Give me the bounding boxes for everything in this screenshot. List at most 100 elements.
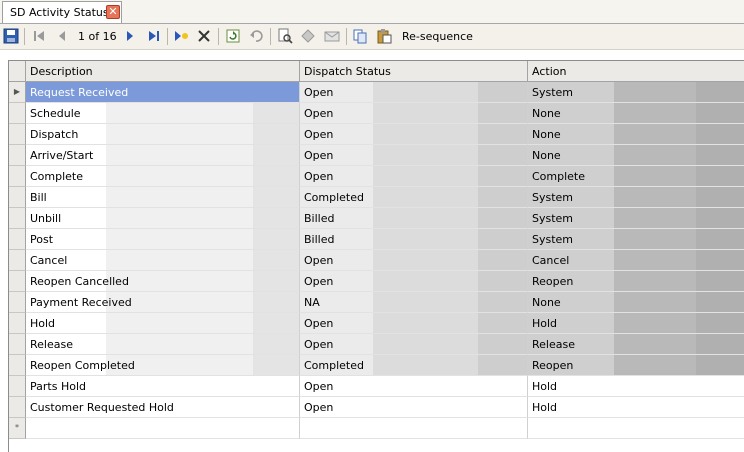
cell-action[interactable]: None bbox=[528, 292, 744, 313]
cell-dispatch-status[interactable]: Open bbox=[300, 250, 528, 271]
cell-description[interactable]: Customer Requested Hold bbox=[26, 397, 300, 418]
cell-dispatch-status[interactable]: Open bbox=[300, 376, 528, 397]
table-row[interactable]: Dispatch Open None bbox=[9, 124, 744, 145]
cell-action[interactable]: None bbox=[528, 145, 744, 166]
row-selector[interactable] bbox=[9, 250, 26, 271]
first-record-icon[interactable] bbox=[31, 28, 47, 44]
cell-action[interactable]: System bbox=[528, 208, 744, 229]
cell-action[interactable]: Reopen bbox=[528, 271, 744, 292]
next-record-icon[interactable] bbox=[122, 28, 138, 44]
resequence-button[interactable]: Re-sequence bbox=[402, 30, 473, 43]
tab-sd-activity-status[interactable]: SD Activity Status ✕ bbox=[2, 1, 122, 23]
cell-dispatch-status[interactable] bbox=[300, 418, 528, 439]
save-icon[interactable] bbox=[3, 28, 19, 44]
cell-description[interactable]: Parts Hold bbox=[26, 376, 300, 397]
table-row[interactable]: Release Open Release bbox=[9, 334, 744, 355]
table-row[interactable]: Payment Received NA None bbox=[9, 292, 744, 313]
copy-icon[interactable] bbox=[352, 28, 368, 44]
column-header-dispatch-status[interactable]: Dispatch Status bbox=[300, 61, 528, 82]
cell-dispatch-status[interactable]: Open bbox=[300, 334, 528, 355]
table-row[interactable]: Bill Completed System bbox=[9, 187, 744, 208]
row-selector[interactable] bbox=[9, 229, 26, 250]
delete-icon[interactable] bbox=[196, 28, 212, 44]
cell-description[interactable]: Post bbox=[26, 229, 300, 250]
cell-dispatch-status[interactable]: Completed bbox=[300, 187, 528, 208]
attachment-icon[interactable] bbox=[300, 28, 316, 44]
cell-dispatch-status[interactable]: Open bbox=[300, 397, 528, 418]
row-selector[interactable] bbox=[9, 166, 26, 187]
cell-description[interactable]: Cancel bbox=[26, 250, 300, 271]
current-row-indicator-icon[interactable]: ▶ bbox=[9, 82, 26, 103]
cell-action[interactable]: None bbox=[528, 103, 744, 124]
cell-dispatch-status[interactable]: Billed bbox=[300, 229, 528, 250]
cell-description[interactable]: Payment Received bbox=[26, 292, 300, 313]
cell-dispatch-status[interactable]: Completed bbox=[300, 355, 528, 376]
cell-action[interactable]: Complete bbox=[528, 166, 744, 187]
cell-description[interactable]: Arrive/Start bbox=[26, 145, 300, 166]
email-icon[interactable] bbox=[324, 28, 340, 44]
row-selector[interactable] bbox=[9, 313, 26, 334]
row-selector[interactable] bbox=[9, 376, 26, 397]
cell-dispatch-status[interactable]: Billed bbox=[300, 208, 528, 229]
table-row[interactable]: Complete Open Complete bbox=[9, 166, 744, 187]
row-selector[interactable] bbox=[9, 292, 26, 313]
new-record-icon[interactable] bbox=[173, 28, 189, 44]
new-row[interactable]: * bbox=[9, 418, 744, 439]
row-selector[interactable]: * bbox=[9, 418, 26, 439]
cell-description[interactable]: Bill bbox=[26, 187, 300, 208]
paste-icon[interactable] bbox=[376, 28, 392, 44]
cell-description[interactable]: Reopen Completed bbox=[26, 355, 300, 376]
table-row[interactable]: Unbill Billed System bbox=[9, 208, 744, 229]
cell-dispatch-status[interactable]: NA bbox=[300, 292, 528, 313]
cell-description[interactable]: Unbill bbox=[26, 208, 300, 229]
cell-action[interactable]: Hold bbox=[528, 376, 744, 397]
cell-action[interactable]: Hold bbox=[528, 397, 744, 418]
table-row[interactable]: Customer Requested Hold Open Hold bbox=[9, 397, 744, 418]
table-row[interactable]: ▶ Request Received Open System bbox=[9, 82, 744, 103]
cell-dispatch-status[interactable]: Open bbox=[300, 103, 528, 124]
table-row[interactable]: Arrive/Start Open None bbox=[9, 145, 744, 166]
row-selector[interactable] bbox=[9, 208, 26, 229]
cell-action[interactable]: None bbox=[528, 124, 744, 145]
close-icon[interactable]: ✕ bbox=[106, 5, 120, 19]
table-row[interactable]: Schedule Open None bbox=[9, 103, 744, 124]
row-selector[interactable] bbox=[9, 103, 26, 124]
cell-dispatch-status[interactable]: Open bbox=[300, 145, 528, 166]
row-selector[interactable] bbox=[9, 187, 26, 208]
refresh-icon[interactable] bbox=[225, 28, 241, 44]
cell-description[interactable] bbox=[26, 418, 300, 439]
cell-description[interactable]: Hold bbox=[26, 313, 300, 334]
cell-description[interactable]: Request Received bbox=[26, 82, 300, 103]
cell-description[interactable]: Complete bbox=[26, 166, 300, 187]
cell-action[interactable]: Reopen bbox=[528, 355, 744, 376]
row-selector[interactable] bbox=[9, 271, 26, 292]
row-selector[interactable] bbox=[9, 124, 26, 145]
column-header-description[interactable]: Description bbox=[26, 61, 300, 82]
cell-description[interactable]: Schedule bbox=[26, 103, 300, 124]
row-selector[interactable] bbox=[9, 334, 26, 355]
row-selector[interactable] bbox=[9, 145, 26, 166]
cell-action[interactable]: System bbox=[528, 82, 744, 103]
cell-action[interactable]: Release bbox=[528, 334, 744, 355]
cell-dispatch-status[interactable]: Open bbox=[300, 124, 528, 145]
table-row[interactable]: Reopen Completed Completed Reopen bbox=[9, 355, 744, 376]
cell-action[interactable] bbox=[528, 418, 744, 439]
row-selector[interactable] bbox=[9, 397, 26, 418]
cell-action[interactable]: Cancel bbox=[528, 250, 744, 271]
table-row[interactable]: Reopen Cancelled Open Reopen bbox=[9, 271, 744, 292]
cell-action[interactable]: Hold bbox=[528, 313, 744, 334]
print-preview-icon[interactable] bbox=[277, 28, 293, 44]
cell-dispatch-status[interactable]: Open bbox=[300, 82, 528, 103]
cell-description[interactable]: Release bbox=[26, 334, 300, 355]
cell-dispatch-status[interactable]: Open bbox=[300, 313, 528, 334]
row-selector[interactable] bbox=[9, 355, 26, 376]
table-row[interactable]: Cancel Open Cancel bbox=[9, 250, 744, 271]
cell-action[interactable]: System bbox=[528, 187, 744, 208]
cell-description[interactable]: Reopen Cancelled bbox=[26, 271, 300, 292]
cell-dispatch-status[interactable]: Open bbox=[300, 271, 528, 292]
previous-record-icon[interactable] bbox=[54, 28, 70, 44]
table-row[interactable]: Post Billed System bbox=[9, 229, 744, 250]
table-row[interactable]: Hold Open Hold bbox=[9, 313, 744, 334]
cell-action[interactable]: System bbox=[528, 229, 744, 250]
undo-icon[interactable] bbox=[248, 28, 264, 44]
